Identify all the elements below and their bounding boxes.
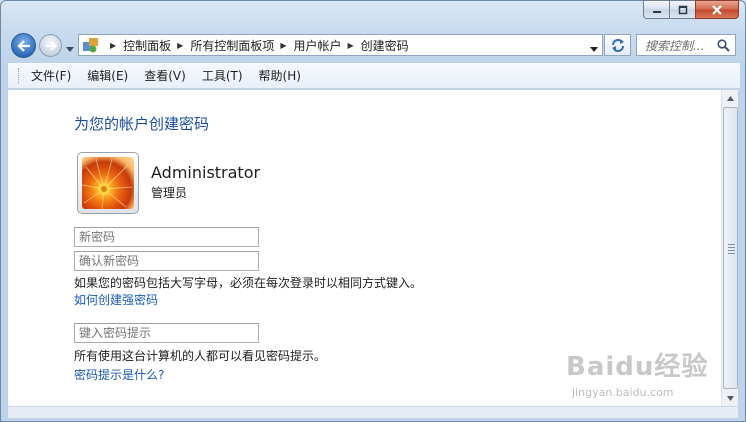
scroll-thumb[interactable] <box>723 107 738 389</box>
page-title: 为您的帐户创建密码 <box>74 115 210 133</box>
breadcrumb-item[interactable]: 用户帐户 ▶ <box>294 37 361 54</box>
vertical-scrollbar[interactable] <box>721 90 738 406</box>
menu-file[interactable]: 文件(F) <box>23 67 79 84</box>
chevron-down-icon <box>727 395 734 401</box>
avatar <box>77 152 139 214</box>
minimize-icon <box>652 10 661 13</box>
case-sensitivity-note: 如果您的密码包括大写字母，必须在每次登录时以相同方式键入。 <box>74 276 423 290</box>
scroll-down-button[interactable] <box>723 390 738 406</box>
arrow-right-icon <box>45 40 57 51</box>
flower-picture <box>82 157 134 209</box>
breadcrumb-sep-root: ▶ <box>110 40 117 50</box>
menu-bar: 文件(F) 编辑(E) 查看(V) 工具(T) 帮助(H) <box>8 63 740 89</box>
address-dropdown[interactable] <box>590 42 598 56</box>
chevron-down-icon <box>590 47 598 52</box>
hint-visibility-note: 所有使用这台计算机的人都可以看见密码提示。 <box>74 349 327 363</box>
menu-grip <box>18 67 21 84</box>
forward-button[interactable] <box>39 34 62 57</box>
flower-icon <box>82 158 133 209</box>
chevron-down-icon <box>66 47 74 52</box>
breadcrumb-item-current[interactable]: 创建密码 <box>361 37 409 54</box>
user-name: Administrator <box>151 163 261 182</box>
chevron-up-icon <box>727 95 734 101</box>
watermark-url: jingyan.baidu.com <box>572 386 674 399</box>
confirm-password-field[interactable] <box>74 251 259 271</box>
refresh-icon <box>611 39 624 52</box>
breadcrumb-item[interactable]: 所有控制面板项 ▶ <box>190 37 293 54</box>
arrow-left-icon <box>16 39 30 52</box>
status-strip <box>8 406 738 418</box>
new-password-field[interactable] <box>74 227 259 247</box>
minimize-button[interactable] <box>643 0 670 19</box>
window-controls <box>643 0 739 19</box>
close-button[interactable] <box>695 0 739 19</box>
close-icon <box>712 4 722 15</box>
control-panel-icon <box>83 38 98 53</box>
maximize-button[interactable] <box>669 0 696 19</box>
maximize-icon <box>678 5 687 14</box>
breadcrumb-item[interactable]: 控制面板 ▶ <box>123 37 190 54</box>
watermark-logo: Baidu经验 <box>566 352 709 382</box>
baidu-watermark: Baidu经验 jingyan.baidu.com <box>566 346 709 399</box>
password-hint-field[interactable] <box>74 323 259 343</box>
address-bar[interactable]: ▶ 控制面板 ▶ 所有控制面板项 ▶ 用户帐户 ▶ 创建密码 <box>78 34 603 56</box>
menu-tools[interactable]: 工具(T) <box>194 67 251 84</box>
menu-help[interactable]: 帮助(H) <box>251 67 309 84</box>
search-input[interactable]: 搜索控制... <box>636 34 736 56</box>
search-icon[interactable] <box>717 39 730 52</box>
search-placeholder: 搜索控制... <box>645 38 705 53</box>
strong-password-link[interactable]: 如何创建强密码 <box>74 291 158 308</box>
hint-info-link[interactable]: 密码提示是什么? <box>74 366 164 383</box>
scroll-up-button[interactable] <box>723 90 738 106</box>
recent-pages-dropdown[interactable] <box>66 42 74 56</box>
menu-view[interactable]: 查看(V) <box>136 67 194 84</box>
refresh-button[interactable] <box>604 34 631 56</box>
scroll-grip <box>728 244 735 256</box>
menu-edit[interactable]: 编辑(E) <box>79 67 136 84</box>
back-button[interactable] <box>11 33 36 58</box>
user-role: 管理员 <box>151 186 188 200</box>
